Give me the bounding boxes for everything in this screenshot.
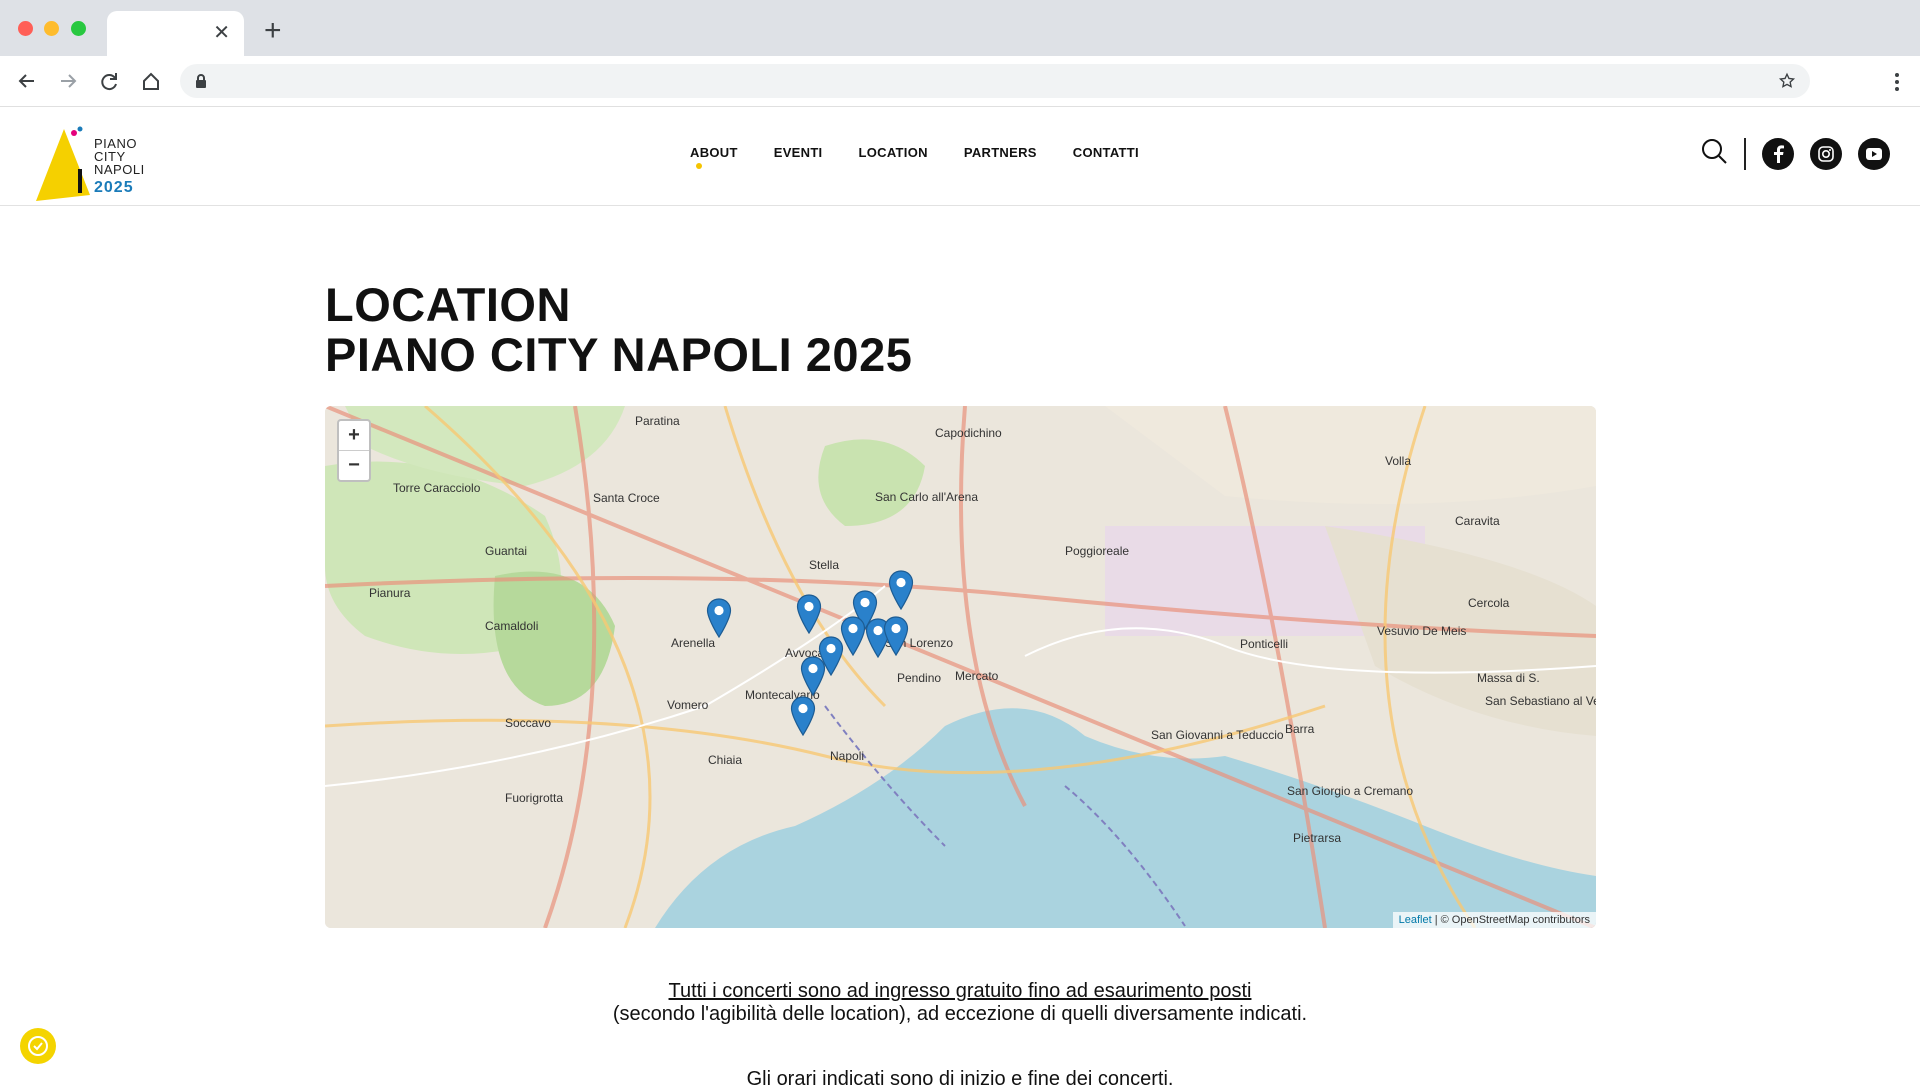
map-label: Napoli [830,749,865,763]
map-label: San Sebastiano al Vesuvio [1485,694,1596,708]
logo-year: 2025 [94,179,134,196]
map-tiles [325,406,1596,928]
browser-tab-bar: ✕ + [0,0,1920,56]
map-label: Poggioreale [1065,544,1130,558]
browser-menu-icon[interactable] [1894,72,1900,97]
map-marker-icon[interactable] [790,696,816,736]
notice-rest: (secondo l'agibilità delle location), ad… [612,1003,1308,1025]
map-label: Cercola [1468,596,1510,610]
site-header: PIANO CITY NAPOLI 2025 ABOUT EVENTI LOCA… [0,107,1920,206]
hours-note: Gli orari indicati sono di inizio e fine… [746,1068,1174,1090]
map-label: Volla [1385,454,1412,468]
map-label: Pietrarsa [1293,831,1342,845]
map-marker-icon[interactable] [883,616,909,656]
nav-about[interactable]: ABOUT [690,145,738,169]
map-label: Torre Caracciolo [393,481,481,495]
back-icon[interactable] [12,66,42,96]
map-label: Caravita [1455,514,1500,528]
accessibility-icon[interactable] [20,1028,56,1064]
nav-partners[interactable]: PARTNERS [964,145,1037,160]
map-marker-icon[interactable] [888,570,914,610]
map-label: San Giorgio a Cremano [1287,784,1414,798]
map-label: San Carlo all'Arena [875,490,979,504]
map-label: Ponticelli [1240,637,1289,651]
map-label: Paratina [635,414,680,428]
bookmark-star-icon[interactable] [1778,72,1796,95]
search-icon[interactable] [1700,137,1728,170]
lock-icon [194,73,208,94]
page-title: LOCATION PIANO CITY NAPOLI 2025 [325,278,913,381]
close-window-button[interactable] [18,21,33,36]
site-logo[interactable]: PIANO CITY NAPOLI 2025 [30,113,160,201]
map-label: Mercato [955,669,999,683]
map-label: Soccavo [505,716,552,730]
map-label: San Giovanni a Teduccio [1151,728,1284,742]
nav-location[interactable]: LOCATION [858,145,927,160]
map-marker-icon[interactable] [706,598,732,638]
new-tab-button[interactable]: + [264,16,282,46]
map-label: Camaldoli [485,619,539,633]
logo-triangle-icon [36,126,90,201]
map-label: Pianura [369,586,411,600]
facebook-icon[interactable] [1762,137,1794,170]
map-label: Pendino [897,671,942,685]
map-marker-icon[interactable] [840,616,866,656]
browser-toolbar [0,56,1920,107]
map-label: Stella [809,558,840,572]
maximize-window-button[interactable] [71,21,86,36]
map-label: Barra [1285,722,1315,736]
map-label: Santa Croce [593,491,660,505]
address-bar[interactable] [180,64,1810,98]
zoom-control: + − [337,419,371,482]
header-divider [1744,137,1746,170]
header-actions [1700,137,1890,170]
map-marker-icon[interactable] [796,594,822,634]
instagram-icon[interactable] [1810,137,1842,170]
free-entry-notice: Tutti i concerti sono ad ingresso gratui… [560,980,1360,1026]
map-marker-icon[interactable] [800,656,826,696]
notice-underlined: Tutti i concerti sono ad ingresso gratui… [668,980,1252,1002]
map-label: Chiaia [708,753,743,767]
map-label: Capodichino [935,426,1002,440]
nav-contatti[interactable]: CONTATTI [1073,145,1139,160]
reload-icon[interactable] [94,66,124,96]
map-attribution: Leaflet | © OpenStreetMap contributors [1392,912,1596,928]
map-label: Fuorigrotta [505,791,564,805]
youtube-icon[interactable] [1858,137,1890,170]
osm-credit: | © OpenStreetMap contributors [1434,914,1590,926]
minimize-window-button[interactable] [44,21,59,36]
map-label: Arenella [671,636,716,650]
main-navigation: ABOUT EVENTI LOCATION PARTNERS CONTATTI [690,145,1139,169]
logo-text: PIANO CITY NAPOLI [94,136,145,177]
zoom-out-button[interactable]: − [339,451,369,480]
forward-icon[interactable] [53,66,83,96]
map-label: Massa di S. [1477,671,1540,685]
map-label: Vesuvio De Meis [1377,624,1467,638]
zoom-in-button[interactable]: + [339,421,369,451]
browser-tab[interactable]: ✕ [107,11,244,56]
tab-close-icon[interactable]: ✕ [213,23,230,43]
leaflet-link[interactable]: Leaflet [1399,914,1432,926]
nav-eventi[interactable]: EVENTI [774,145,823,160]
map-label: Guantai [485,544,528,558]
home-icon[interactable] [136,66,166,96]
location-map[interactable]: + − Paratina Capodichino Volla Torre Car… [325,406,1596,928]
map-label: Vomero [667,698,709,712]
